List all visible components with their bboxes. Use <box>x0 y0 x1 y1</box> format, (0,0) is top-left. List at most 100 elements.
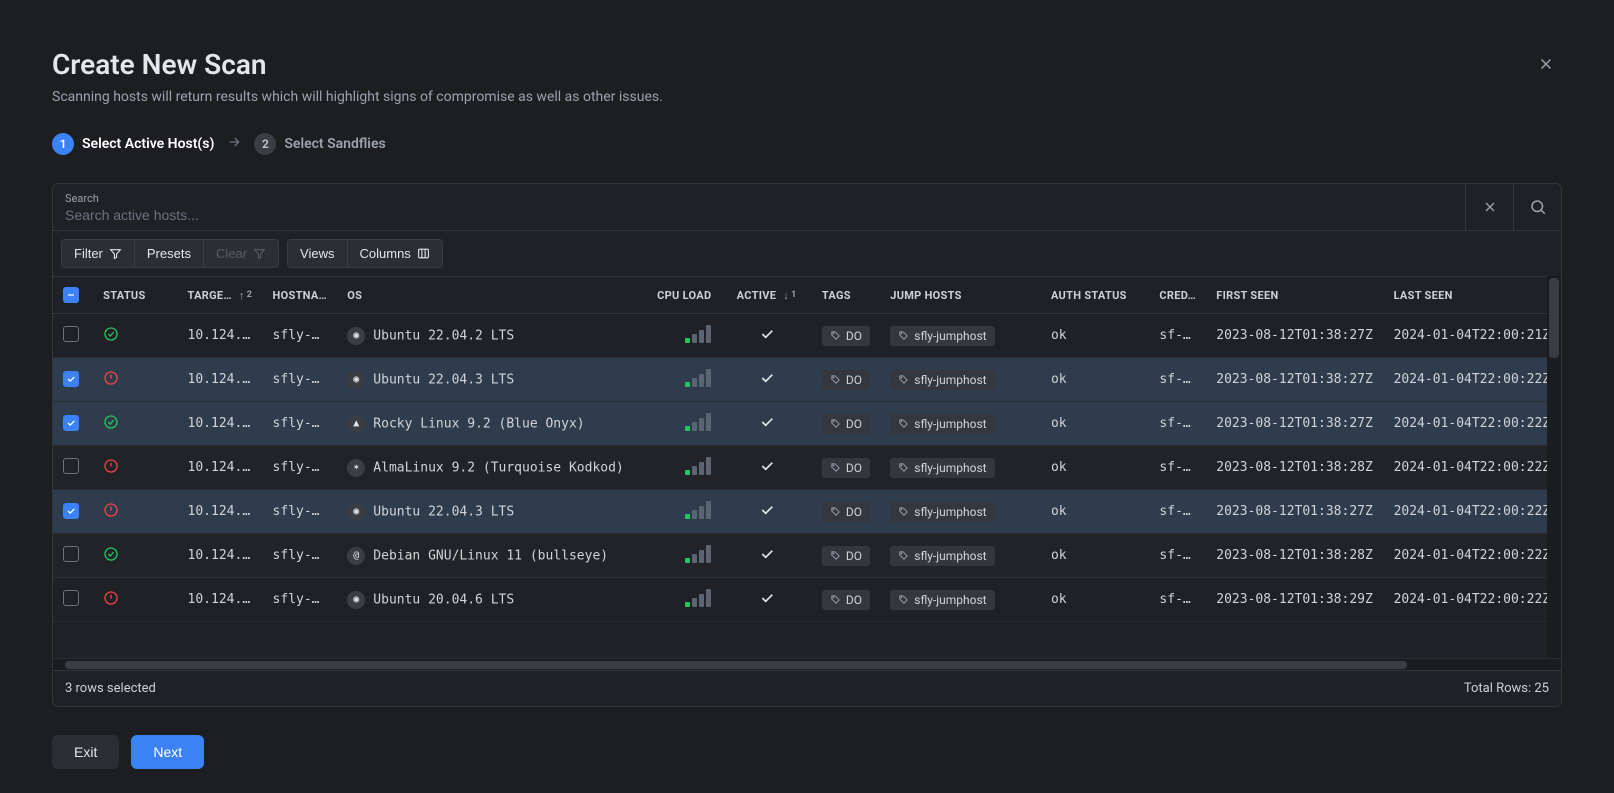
jump-host-label: sfly-jumphost <box>914 593 986 607</box>
col-header-first[interactable]: FIRST SEEN <box>1206 277 1383 314</box>
cell-cpu-load <box>635 490 721 534</box>
cell-credentials: sf-… <box>1149 578 1206 622</box>
tag-badge[interactable]: DO <box>822 370 870 390</box>
tag-badge[interactable]: DO <box>822 502 870 522</box>
total-rows: Total Rows: 25 <box>1464 681 1549 696</box>
row-checkbox[interactable] <box>63 590 79 606</box>
select-all-checkbox[interactable] <box>63 287 79 303</box>
cell-os: ▲Rocky Linux 9.2 (Blue Onyx) <box>337 402 635 446</box>
col-header-hostname[interactable]: HOSTNA… <box>263 277 338 314</box>
presets-button[interactable]: Presets <box>134 240 203 267</box>
jump-host-label: sfly-jumphost <box>914 461 986 475</box>
cpu-bars-icon <box>685 545 711 563</box>
cell-active <box>721 314 811 358</box>
cell-last-seen: 2024-01-04T22:00:22Z <box>1384 534 1561 578</box>
col-header-last[interactable]: LAST SEEN <box>1384 277 1561 314</box>
cell-target: 10.124.… <box>178 578 263 622</box>
close-button[interactable] <box>1530 48 1562 80</box>
col-header-tags[interactable]: TAGS <box>812 277 880 314</box>
col-header-select[interactable] <box>53 277 93 314</box>
cell-credentials: sf-… <box>1149 534 1206 578</box>
col-header-active[interactable]: ACTIVE ↓1 <box>721 277 811 314</box>
exit-button[interactable]: Exit <box>52 735 119 769</box>
hosts-panel: Search Filter Presets Clear <box>52 183 1562 707</box>
search-clear-button[interactable] <box>1465 184 1513 230</box>
search-input[interactable] <box>65 207 1453 223</box>
next-button[interactable]: Next <box>131 735 204 769</box>
tag-badge[interactable]: DO <box>822 326 870 346</box>
cell-target: 10.124.… <box>178 534 263 578</box>
table-row[interactable]: 10.124.…sfly-…✶AlmaLinux 9.2 (Turquoise … <box>53 446 1561 490</box>
close-icon <box>1482 199 1498 215</box>
col-header-status[interactable]: STATUS <box>93 277 177 314</box>
horizontal-scrollbar[interactable] <box>53 658 1561 670</box>
stepper: 1 Select Active Host(s) 2 Select Sandfli… <box>52 133 1562 155</box>
clear-filter-button[interactable]: Clear <box>203 240 278 267</box>
cell-target: 10.124.… <box>178 446 263 490</box>
tag-badge[interactable]: DO <box>822 590 870 610</box>
tag-badge[interactable]: DO <box>822 546 870 566</box>
step-1-number: 1 <box>52 133 74 155</box>
step-1[interactable]: 1 Select Active Host(s) <box>52 133 214 155</box>
table-row[interactable]: 10.124.…sfly-…◉Ubuntu 22.04.2 LTSDOsfly-… <box>53 314 1561 358</box>
horizontal-scroll-thumb[interactable] <box>65 661 1407 669</box>
vertical-scroll-thumb[interactable] <box>1549 278 1559 358</box>
cell-auth-status: ok <box>1041 490 1149 534</box>
step-2[interactable]: 2 Select Sandflies <box>254 133 385 155</box>
cell-active <box>721 534 811 578</box>
row-checkbox[interactable] <box>63 371 79 387</box>
search-field[interactable]: Search <box>53 184 1465 230</box>
table-row[interactable]: 10.124.…sfly-…◉Ubuntu 22.04.3 LTSDOsfly-… <box>53 490 1561 534</box>
cell-credentials: sf-… <box>1149 490 1206 534</box>
col-header-auth[interactable]: AUTH STATUS <box>1041 277 1149 314</box>
jump-host-badge[interactable]: sfly-jumphost <box>890 590 994 610</box>
clear-label: Clear <box>216 246 247 261</box>
col-header-os[interactable]: OS <box>337 277 635 314</box>
wizard-actions: Exit Next <box>52 735 1562 769</box>
jump-host-label: sfly-jumphost <box>914 549 986 563</box>
table-scroll-area[interactable]: STATUS TARGE… ↑2 HOSTNA… OS CPU LOAD ACT… <box>53 276 1561 658</box>
tag-label: DO <box>846 329 862 343</box>
columns-button[interactable]: Columns <box>347 240 442 267</box>
filter-off-icon <box>253 247 266 260</box>
jump-host-badge[interactable]: sfly-jumphost <box>890 414 994 434</box>
cell-cpu-load <box>635 358 721 402</box>
sort-desc-icon: ↓1 <box>783 289 796 302</box>
table-row[interactable]: 10.124.…sfly-…@Debian GNU/Linux 11 (bull… <box>53 534 1561 578</box>
tag-badge[interactable]: DO <box>822 414 870 434</box>
col-header-cpu[interactable]: CPU LOAD <box>635 277 721 314</box>
cell-cpu-load <box>635 314 721 358</box>
views-group: Views Columns <box>287 239 443 268</box>
jump-host-badge[interactable]: sfly-jumphost <box>890 546 994 566</box>
cell-last-seen: 2024-01-04T22:00:22Z <box>1384 402 1561 446</box>
cell-hostname: sfly-… <box>263 534 338 578</box>
cell-cpu-load <box>635 402 721 446</box>
vertical-scrollbar[interactable] <box>1547 276 1561 658</box>
jump-host-badge[interactable]: sfly-jumphost <box>890 458 994 478</box>
col-header-cred[interactable]: CRED… <box>1149 277 1206 314</box>
col-header-target[interactable]: TARGE… ↑2 <box>178 277 263 314</box>
columns-icon <box>417 247 430 260</box>
row-checkbox[interactable] <box>63 415 79 431</box>
row-checkbox[interactable] <box>63 503 79 519</box>
col-header-jump[interactable]: JUMP HOSTS <box>880 277 1041 314</box>
cell-last-seen: 2024-01-04T22:00:22Z <box>1384 446 1561 490</box>
cell-active <box>721 578 811 622</box>
search-submit-button[interactable] <box>1513 184 1561 230</box>
jump-host-label: sfly-jumphost <box>914 373 986 387</box>
jump-host-badge[interactable]: sfly-jumphost <box>890 326 994 346</box>
row-checkbox[interactable] <box>63 458 79 474</box>
filter-button[interactable]: Filter <box>62 240 134 267</box>
jump-host-badge[interactable]: sfly-jumphost <box>890 502 994 522</box>
tag-badge[interactable]: DO <box>822 458 870 478</box>
cell-active <box>721 402 811 446</box>
jump-host-badge[interactable]: sfly-jumphost <box>890 370 994 390</box>
cell-last-seen: 2024-01-04T22:00:22Z <box>1384 358 1561 402</box>
table-row[interactable]: 10.124.…sfly-…◉Ubuntu 20.04.6 LTSDOsfly-… <box>53 578 1561 622</box>
views-button[interactable]: Views <box>288 240 346 267</box>
table-row[interactable]: 10.124.…sfly-…▲Rocky Linux 9.2 (Blue Ony… <box>53 402 1561 446</box>
check-icon <box>759 595 775 610</box>
row-checkbox[interactable] <box>63 546 79 562</box>
table-row[interactable]: 10.124.…sfly-…◉Ubuntu 22.04.3 LTSDOsfly-… <box>53 358 1561 402</box>
row-checkbox[interactable] <box>63 326 79 342</box>
